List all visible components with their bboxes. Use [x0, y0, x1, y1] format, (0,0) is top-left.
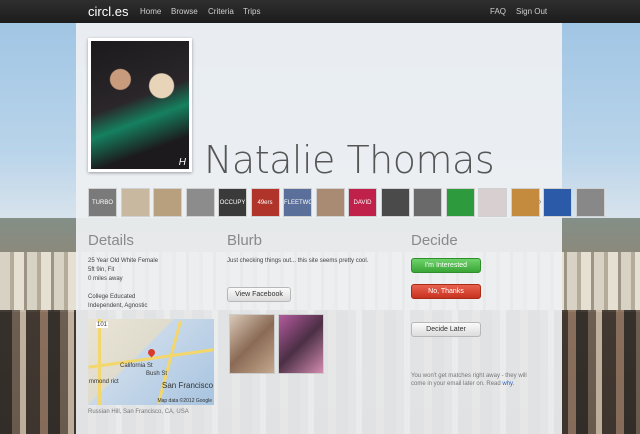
like-tile[interactable]: 49ers [250, 188, 280, 217]
map-road [98, 319, 101, 405]
like-tile[interactable] [543, 188, 572, 217]
map-street-label: California St [120, 363, 153, 369]
interested-button[interactable]: I'm Interested [411, 258, 481, 273]
like-tile[interactable] [510, 188, 540, 217]
map-highway-label: 101 [96, 322, 109, 328]
map-area-label: mmond rict [89, 379, 119, 385]
details-education: College Educated [88, 294, 136, 300]
like-tile[interactable] [380, 188, 410, 217]
map-copyright: Map data ©2012 Google [157, 398, 212, 404]
like-tile[interactable] [120, 188, 150, 217]
nav-link-browse[interactable]: Browse [171, 7, 198, 16]
like-tile[interactable]: TURBO [88, 188, 117, 217]
like-tile[interactable] [185, 188, 215, 217]
like-tile[interactable] [315, 188, 345, 217]
like-tile[interactable]: FLEETWOOD [283, 188, 312, 217]
photo-tag: H [178, 157, 186, 168]
map-location-label: Russian Hill, San Francisco, CA, USA [88, 409, 189, 415]
blurb-photo-thumb[interactable] [278, 314, 324, 374]
logo[interactable]: circl.es [88, 4, 128, 19]
decide-note-end: . [512, 381, 515, 387]
like-tile[interactable] [413, 188, 442, 217]
profile-photo[interactable]: H [88, 38, 192, 172]
details-distance: 0 miles away [88, 276, 123, 282]
blurb-text: Just checking things out... this site se… [227, 258, 369, 264]
profile-photo-image [91, 41, 189, 169]
blurb-photo-thumb[interactable] [229, 314, 275, 374]
decide-later-button[interactable]: Decide Later [411, 322, 481, 337]
like-tile[interactable]: OCCUPY SF [218, 188, 247, 217]
location-map[interactable]: 101 California St Bush St mmond rict San… [88, 319, 214, 405]
nav-link-sign-out[interactable]: Sign Out [516, 7, 547, 16]
no-thanks-button[interactable]: No, Thanks [411, 284, 481, 299]
nav-link-faq[interactable]: FAQ [490, 7, 506, 16]
details-heading: Details [88, 232, 134, 249]
blurb-heading: Blurb [227, 232, 263, 249]
details-age: 25 Year Old White Female [88, 258, 159, 264]
like-tile[interactable] [478, 188, 507, 217]
nav-link-trips[interactable]: Trips [243, 7, 260, 16]
why-link[interactable]: why [502, 381, 512, 387]
decide-note: You won't get matches right away - they … [411, 372, 541, 388]
decide-heading: Decide [411, 232, 458, 249]
like-tile[interactable] [153, 188, 182, 217]
like-tile[interactable] [575, 188, 605, 217]
nav-link-criteria[interactable]: Criteria [208, 7, 234, 16]
chevron-right-icon[interactable]: › [538, 196, 542, 208]
details-height: 5ft 9in, Fit [88, 267, 115, 273]
details-politics-religion: Independent, Agnostic [88, 303, 148, 309]
like-tile[interactable] [445, 188, 475, 217]
like-tile[interactable]: DAVID GUETTA [348, 188, 377, 217]
map-road [156, 320, 183, 404]
map-street-label: Bush St [146, 371, 168, 377]
nav-link-home[interactable]: Home [140, 7, 161, 16]
map-city-label: San Francisco [162, 381, 214, 390]
view-facebook-button[interactable]: View Facebook [227, 287, 291, 302]
profile-name: Natalie Thomas [204, 138, 495, 182]
top-nav: circl.es Home Browse Criteria Trips FAQ … [0, 0, 640, 23]
